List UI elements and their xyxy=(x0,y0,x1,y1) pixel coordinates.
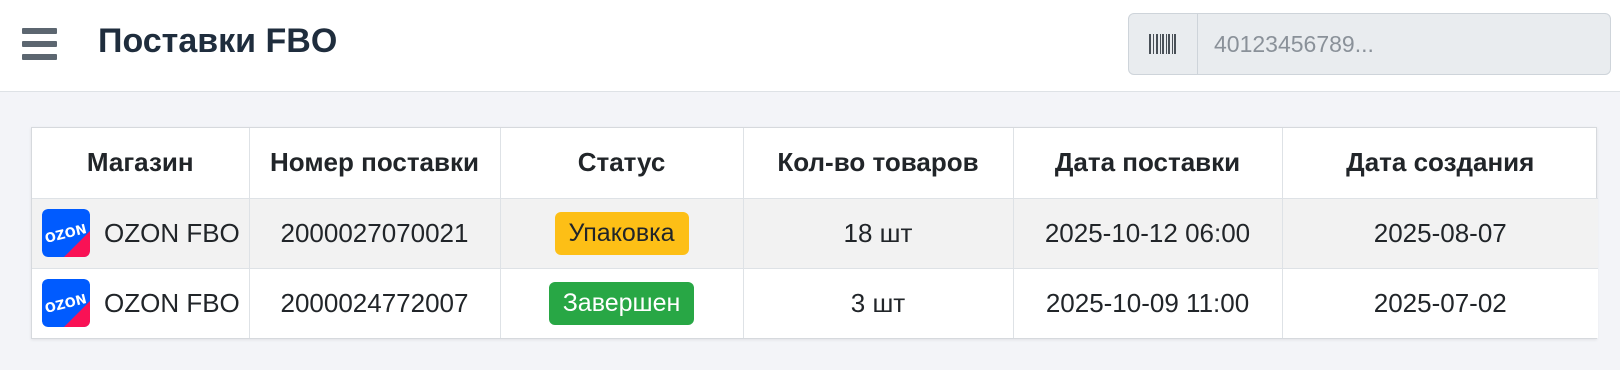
ozon-logo-icon: OZON xyxy=(42,279,90,328)
supplies-table: Магазин Номер поставки Статус Кол-во тов… xyxy=(32,128,1598,338)
ozon-logo-icon: OZON xyxy=(42,209,90,257)
delivery-date: 2025-10-12 06:00 xyxy=(1013,198,1283,268)
search-group xyxy=(1128,13,1611,75)
barcode-icon xyxy=(1149,34,1176,54)
supplies-table-card: Магазин Номер поставки Статус Кол-во тов… xyxy=(31,127,1598,339)
store-cell: OZON OZON FBO xyxy=(32,198,250,268)
barcode-scan-button[interactable] xyxy=(1128,13,1198,75)
status-cell: Упаковка xyxy=(500,198,744,268)
status-badge: Завершен xyxy=(548,281,695,325)
delivery-date: 2025-10-09 11:00 xyxy=(1013,267,1283,338)
table-row[interactable]: OZON OZON FBO 2000024772007 Завершен 3 ш… xyxy=(32,267,1598,338)
store-cell: OZON OZON FBO xyxy=(32,267,250,338)
supply-number: 2000027070021 xyxy=(249,198,501,268)
created-date: 2025-07-02 xyxy=(1282,267,1598,338)
store-name: OZON FBO xyxy=(104,217,240,248)
column-header-delivery-date[interactable]: Дата поставки xyxy=(1013,128,1283,199)
column-header-number[interactable]: Номер поставки xyxy=(249,128,501,199)
column-header-quantity[interactable]: Кол-во товаров xyxy=(743,128,1014,199)
status-badge: Упаковка xyxy=(554,211,689,255)
quantity: 3 шт xyxy=(743,267,1014,338)
quantity: 18 шт xyxy=(743,198,1014,268)
table-header-row: Магазин Номер поставки Статус Кол-во тов… xyxy=(32,128,1598,199)
table-row[interactable]: OZON OZON FBO 2000027070021 Упаковка 18 … xyxy=(32,198,1598,268)
column-header-status[interactable]: Статус xyxy=(500,128,744,199)
top-navbar: Поставки FBO xyxy=(0,0,1620,92)
page-title: Поставки FBO xyxy=(98,22,338,60)
supply-number: 2000024772007 xyxy=(249,267,501,338)
created-date: 2025-08-07 xyxy=(1373,217,1507,248)
hamburger-menu-icon[interactable] xyxy=(22,28,58,62)
barcode-search-input[interactable] xyxy=(1198,13,1611,75)
column-header-store[interactable]: Магазин xyxy=(32,128,250,199)
column-header-created-date[interactable]: Дата создания xyxy=(1282,128,1598,199)
store-name: OZON FBO xyxy=(104,287,240,318)
status-cell: Завершен xyxy=(500,267,744,338)
